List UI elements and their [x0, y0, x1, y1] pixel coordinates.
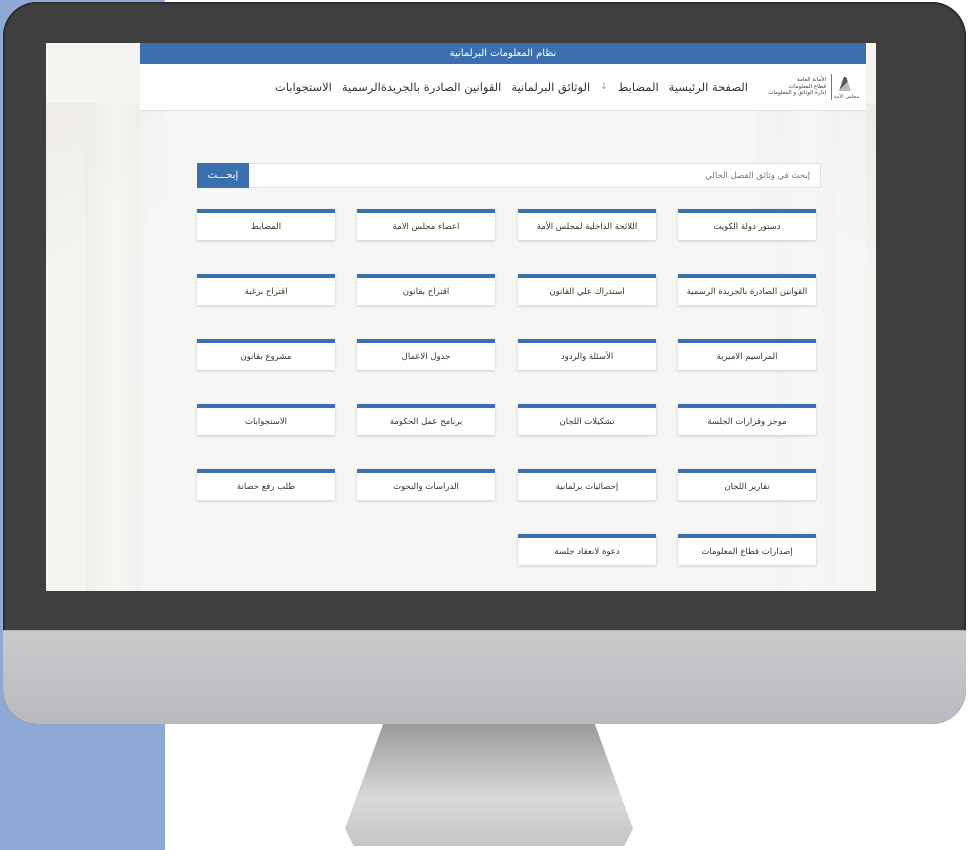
tile-session-invitation[interactable]: دعوة لانعقاد جلسة [518, 534, 656, 565]
tile-minutes[interactable]: المضابط [197, 209, 335, 240]
tile-interpellations[interactable]: الاستجوابات [197, 404, 335, 435]
tile-info-publications[interactable]: إصدارات قطاع المعلومات [678, 534, 816, 565]
monitor-chin [3, 630, 966, 724]
tile-session-summary[interactable]: موجز وقرارات الجلسة [678, 404, 816, 435]
tile-immunity-request[interactable]: طلب رفع حصانة [197, 469, 335, 500]
tile-law-proposal[interactable]: اقتراح بقانون [357, 274, 495, 305]
tile-assembly-members[interactable]: اعضاء مجلس الامة [357, 209, 495, 240]
tile-law-addendum[interactable]: استدراك علي القانون [518, 274, 656, 305]
tile-agenda[interactable]: جدول الاعمال [357, 339, 495, 370]
tile-draft-law[interactable]: مشروع بقانون [197, 339, 335, 370]
tile-constitution[interactable]: دستور دولة الكويت [678, 209, 816, 240]
tile-desire-proposal[interactable]: اقتراح برغبة [197, 274, 335, 305]
tile-studies-research[interactable]: الدراسات والبحوث [357, 469, 495, 500]
tile-internal-regulations[interactable]: اللائحة الداخلية لمجلس الأمة [518, 209, 656, 240]
category-tiles: دستور دولة الكويت اللائحة الداخلية لمجلس… [140, 43, 866, 591]
tile-amiri-decrees[interactable]: المراسيم الاميرية [678, 339, 816, 370]
monitor-frame: نظام المعلومات البرلمانية مجلس الأمة الأ… [3, 2, 966, 724]
monitor-stand [344, 724, 634, 846]
tile-committee-formations[interactable]: تشكيلات اللجان [518, 404, 656, 435]
page-content: نظام المعلومات البرلمانية مجلس الأمة الأ… [140, 43, 866, 591]
tile-committee-reports[interactable]: تقارير اللجان [678, 469, 816, 500]
tile-questions-answers[interactable]: الأسئلة والردود [518, 339, 656, 370]
tile-government-program[interactable]: برنامج عمل الحكومة [357, 404, 495, 435]
monitor-screen: نظام المعلومات البرلمانية مجلس الأمة الأ… [46, 43, 876, 591]
tile-statistics[interactable]: إحصائيات برلمانية [518, 469, 656, 500]
tile-gazette-laws[interactable]: القوانين الصادرة بالجريدة الرسمية [678, 274, 816, 305]
